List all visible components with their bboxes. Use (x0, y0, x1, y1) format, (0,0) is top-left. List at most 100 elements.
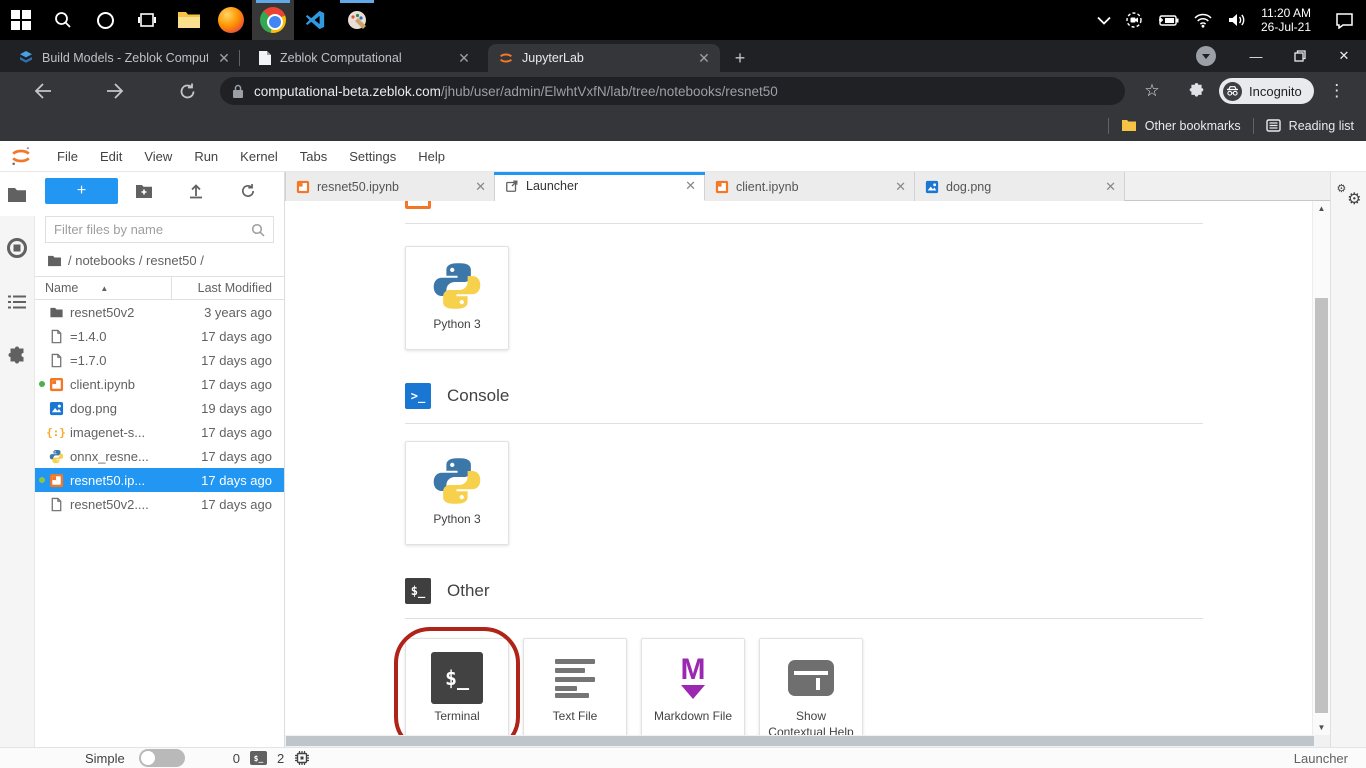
doc-tab-client[interactable]: client.ipynb ✕ (705, 172, 915, 201)
file-icon (48, 329, 64, 344)
reading-list-button[interactable]: Reading list (1266, 119, 1354, 133)
close-icon[interactable]: ✕ (456, 50, 472, 67)
sidebar-tab-table-of-contents[interactable] (0, 280, 35, 324)
forward-button[interactable] (100, 76, 130, 106)
other-bookmarks-button[interactable]: Other bookmarks (1121, 119, 1241, 133)
vertical-scrollbar[interactable]: ▲ ▼ (1312, 201, 1330, 735)
table-row[interactable]: dog.png 19 days ago (35, 396, 284, 420)
notebook-icon (48, 473, 64, 488)
menu-kernel[interactable]: Kernel (229, 141, 289, 172)
chrome-button[interactable] (252, 0, 294, 40)
close-icon[interactable]: ✕ (1105, 179, 1116, 195)
launcher-card-console-python3[interactable]: Python 3 (405, 441, 509, 545)
table-row[interactable]: client.ipynb 17 days ago (35, 372, 284, 396)
close-window-button[interactable]: ✕ (1322, 40, 1366, 72)
launcher-card-terminal[interactable]: $_ Terminal (405, 638, 509, 735)
kernel-session-counts[interactable]: 0 $_ 2 (233, 750, 310, 766)
chevron-down-icon[interactable] (1097, 16, 1111, 25)
filter-files-input[interactable] (54, 222, 251, 237)
firefox-button[interactable] (210, 0, 252, 40)
refresh-button[interactable] (222, 183, 274, 199)
close-icon[interactable]: ✕ (216, 50, 232, 67)
table-row[interactable]: resnet50v2.... 17 days ago (35, 492, 284, 516)
notebook-icon (715, 180, 729, 194)
file-list-header: Name ▲ Last Modified (35, 276, 284, 300)
menu-view[interactable]: View (133, 141, 183, 172)
column-last-modified[interactable]: Last Modified (172, 281, 284, 295)
start-button[interactable] (0, 0, 42, 40)
other-bookmarks-label: Other bookmarks (1145, 119, 1241, 133)
tab-search-button[interactable] (1196, 46, 1216, 66)
file-explorer-button[interactable] (168, 0, 210, 40)
table-row[interactable]: {:} imagenet-s... 17 days ago (35, 420, 284, 444)
launcher-card-markdown[interactable]: M Markdown File (641, 638, 745, 735)
menu-help[interactable]: Help (407, 141, 456, 172)
refresh-icon (240, 183, 256, 199)
scrollbar-thumb[interactable] (286, 736, 1314, 746)
taskbar-clock[interactable]: 11:20 AM 26-Jul-21 (1261, 6, 1311, 34)
horizontal-scrollbar[interactable] (285, 735, 1330, 747)
property-inspector-tab[interactable]: ⚙ ⚙ (1337, 186, 1361, 210)
browser-menu-button[interactable]: ⋮ (1322, 76, 1352, 106)
table-row[interactable]: resnet50v2 3 years ago (35, 300, 284, 324)
markdown-icon: M (681, 657, 706, 699)
doc-tab-dog-png[interactable]: dog.png ✕ (915, 172, 1125, 201)
menu-settings[interactable]: Settings (338, 141, 407, 172)
close-icon[interactable]: ✕ (475, 179, 486, 195)
close-icon[interactable]: ✕ (895, 179, 906, 195)
close-icon[interactable]: ✕ (685, 178, 696, 194)
task-view-button[interactable] (126, 0, 168, 40)
volume-icon[interactable] (1227, 12, 1247, 28)
address-bar[interactable]: computational-beta.zeblok.com/jhub/user/… (220, 77, 1125, 105)
menu-edit[interactable]: Edit (89, 141, 133, 172)
launcher-card-contextual-help[interactable]: Show Contextual Help (759, 638, 863, 735)
new-launcher-button[interactable]: + (45, 178, 118, 204)
new-folder-button[interactable] (118, 184, 170, 199)
doc-tab-resnet50[interactable]: resnet50.ipynb ✕ (285, 172, 495, 201)
scrollbar-thumb[interactable] (1315, 298, 1328, 713)
paint3d-button[interactable] (336, 0, 378, 40)
console-section-heading: >_ Console (405, 378, 1312, 414)
column-name[interactable]: Name ▲ (35, 277, 172, 299)
sidebar-tab-running-sessions[interactable] (0, 226, 35, 270)
status-context-label: Launcher (1294, 751, 1348, 766)
browser-tab-jupyterlab[interactable]: JupyterLab ✕ (488, 44, 720, 72)
browser-tab-build-models[interactable]: Build Models - Zeblok Computati ✕ (8, 44, 240, 72)
simple-mode-toggle[interactable] (139, 749, 185, 767)
sidebar-tab-file-browser[interactable] (0, 172, 35, 216)
menu-tabs[interactable]: Tabs (289, 141, 338, 172)
maximize-button[interactable] (1278, 40, 1322, 72)
notebook-icon (405, 201, 431, 209)
table-row[interactable]: =1.4.0 17 days ago (35, 324, 284, 348)
browser-tab-zeblok[interactable]: Zeblok Computational ✕ (248, 44, 480, 72)
breadcrumb[interactable]: / notebooks / resnet50 / (35, 243, 284, 276)
launcher-card-text-file[interactable]: Text File (523, 638, 627, 735)
new-tab-button[interactable]: + (726, 44, 754, 72)
table-row[interactable]: onnx_resne... 17 days ago (35, 444, 284, 468)
sidebar-tab-extensions[interactable] (0, 334, 35, 378)
table-row-selected[interactable]: resnet50.ip... 17 days ago (35, 468, 284, 492)
menu-run[interactable]: Run (183, 141, 229, 172)
meet-now-icon[interactable] (1125, 11, 1143, 29)
launcher-card-notebook-python3[interactable]: Python 3 (405, 246, 509, 350)
upload-button[interactable] (170, 183, 222, 199)
table-row[interactable]: =1.7.0 17 days ago (35, 348, 284, 372)
wifi-icon[interactable] (1193, 13, 1213, 28)
scroll-up-icon[interactable]: ▲ (1313, 201, 1330, 216)
folder-icon (1121, 119, 1137, 132)
extensions-button[interactable] (1181, 76, 1211, 106)
doc-tab-launcher[interactable]: Launcher ✕ (495, 172, 705, 201)
menu-file[interactable]: File (46, 141, 89, 172)
cortana-button[interactable] (84, 0, 126, 40)
bookmark-star-button[interactable]: ☆ (1137, 76, 1167, 106)
close-icon[interactable]: ✕ (696, 50, 712, 67)
search-button[interactable] (42, 0, 84, 40)
scroll-down-icon[interactable]: ▼ (1313, 720, 1330, 735)
reload-button[interactable] (172, 76, 202, 106)
battery-icon[interactable] (1157, 13, 1179, 27)
back-button[interactable] (28, 76, 58, 106)
notifications-icon[interactable] (1335, 12, 1354, 29)
vscode-button[interactable] (294, 0, 336, 40)
minimize-button[interactable]: — (1234, 40, 1278, 72)
terminal-icon: $_ (250, 751, 267, 765)
